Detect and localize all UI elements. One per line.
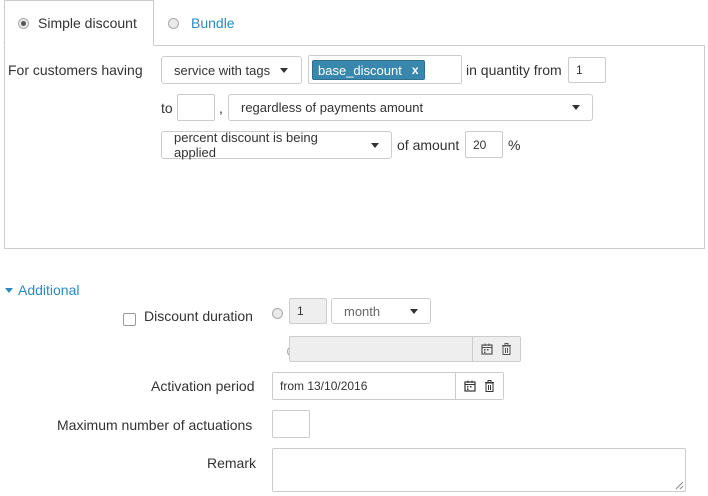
activation-value: from 13/10/2016 xyxy=(280,379,368,393)
resize-handle-icon[interactable] xyxy=(675,481,684,490)
tag-chip-label: base_discount xyxy=(318,62,402,78)
max-actuations-input[interactable] xyxy=(272,410,310,438)
quantity-from-input[interactable]: 1 xyxy=(568,57,606,83)
duration-unit-select[interactable]: month xyxy=(331,298,431,324)
max-actuations-label: Maximum number of actuations xyxy=(57,417,253,433)
remark-label: Remark xyxy=(207,455,257,471)
tag-chip: base_discount x xyxy=(312,60,425,80)
duration-date-actions xyxy=(472,337,520,361)
caret-down-icon xyxy=(572,105,580,110)
quantity-to-input[interactable] xyxy=(177,94,215,121)
duration-date-input[interactable] xyxy=(289,336,521,362)
tab-bundle-radio[interactable] xyxy=(168,17,179,29)
calendar-icon[interactable] xyxy=(481,343,493,355)
filter-select[interactable]: service with tags xyxy=(161,56,302,84)
duration-number-value: 1 xyxy=(297,304,304,318)
activation-label: Activation period xyxy=(151,378,255,394)
duration-period-radio[interactable] xyxy=(272,308,283,319)
percent-label: % xyxy=(508,137,521,153)
trash-icon[interactable] xyxy=(501,343,512,355)
duration-checkbox[interactable] xyxy=(123,313,136,326)
tab-bundle-label: Bundle xyxy=(191,15,235,31)
remark-textarea[interactable] xyxy=(272,448,686,492)
tab-simple-discount[interactable]: Simple discount xyxy=(4,0,154,46)
discount-type-value: percent discount is being applied xyxy=(174,130,318,160)
quantity-label: in quantity from xyxy=(466,62,562,78)
payments-select[interactable]: regardless of payments amount xyxy=(228,94,593,121)
tab-simple-discount-label: Simple discount xyxy=(38,15,137,31)
customers-label: For customers having xyxy=(8,62,143,78)
comma-label: , xyxy=(219,100,223,116)
activation-input[interactable]: from 13/10/2016 xyxy=(272,372,504,400)
duration-unit-value: month xyxy=(344,303,381,319)
caret-down-icon xyxy=(280,67,289,73)
quantity-from-value: 1 xyxy=(576,63,583,77)
tab-bundle[interactable]: Bundle xyxy=(168,0,235,46)
trash-icon[interactable] xyxy=(484,380,495,392)
duration-number-input[interactable]: 1 xyxy=(289,298,327,324)
caret-down-icon xyxy=(5,287,13,293)
amount-input[interactable]: 20 xyxy=(465,131,503,158)
payments-select-value: regardless of payments amount xyxy=(241,100,424,115)
additional-toggle-label: Additional xyxy=(18,282,80,298)
tag-remove-icon[interactable]: x xyxy=(412,63,419,77)
tab-simple-discount-radio[interactable] xyxy=(18,17,29,29)
duration-label: Discount duration xyxy=(144,308,253,324)
amount-value: 20 xyxy=(473,137,487,152)
calendar-icon[interactable] xyxy=(464,380,476,392)
caret-down-icon xyxy=(371,142,379,148)
to-label: to xyxy=(161,100,173,116)
amount-label: of amount xyxy=(397,137,460,153)
additional-toggle[interactable]: Additional xyxy=(5,282,80,298)
discount-type-select[interactable]: percent discount is being applied xyxy=(161,130,392,160)
caret-down-icon xyxy=(410,308,418,314)
filter-select-value: service with tags xyxy=(174,62,271,78)
activation-actions xyxy=(455,373,503,399)
